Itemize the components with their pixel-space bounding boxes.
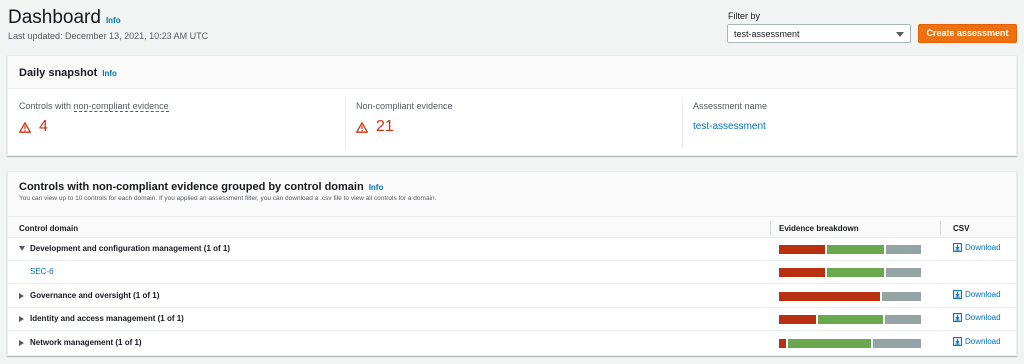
domain-row: Network management (1 of 1) Download — [8, 332, 1016, 355]
download-csv-link[interactable]: Download — [953, 243, 1001, 252]
domain-row: Development and configuration management… — [8, 238, 1016, 261]
evidence-breakdown-bar — [779, 339, 921, 348]
download-icon — [953, 243, 962, 252]
metric-divider — [682, 98, 683, 148]
bar-segment-noncompliant — [779, 245, 825, 254]
column-divider — [940, 221, 941, 235]
control-domain-card: Controls with non-compliant evidence gro… — [7, 171, 1017, 356]
warning-icon — [356, 121, 368, 133]
evidence-breakdown-bar — [779, 268, 921, 277]
evidence-breakdown-bar — [779, 315, 921, 324]
domain-row: Governance and oversight (1 of 1) Downloa… — [8, 285, 1016, 308]
bar-segment-compliant — [818, 315, 883, 324]
caret-down-icon — [896, 32, 904, 37]
download-label: Download — [965, 313, 1001, 322]
last-updated-text: Last updated: December 13, 2021, 10:23 A… — [8, 31, 209, 41]
snapshot-header: Daily snapshot Info — [8, 56, 1016, 89]
bar-segment-inconclusive — [882, 292, 921, 301]
metric-assessment-name: Assessment name test-assessment — [693, 89, 1003, 157]
column-header-evidence-breakdown[interactable]: Evidence breakdown — [779, 224, 859, 233]
evidence-breakdown-bar — [779, 292, 921, 301]
filter-label: Filter by — [728, 11, 761, 21]
page-title: Dashboard Info — [8, 7, 121, 29]
caret-right-icon — [19, 292, 24, 299]
domain-toggle[interactable]: Development and configuration management… — [19, 244, 230, 253]
control-link[interactable]: SEC-6 — [30, 267, 54, 276]
domain-title-text: Controls with non-compliant evidence gro… — [19, 181, 364, 193]
metric-noncompliant-evidence: Non-compliant evidence 21 — [356, 89, 676, 157]
download-csv-link[interactable]: Download — [953, 337, 1001, 346]
metric-value: 4 — [19, 118, 48, 136]
domain-toggle[interactable]: Network management (1 of 1) — [19, 338, 142, 347]
bar-segment-compliant — [826, 245, 885, 254]
column-header-control-domain[interactable]: Control domain — [19, 224, 78, 233]
bar-segment-compliant — [826, 268, 885, 277]
snapshot-info-link[interactable]: Info — [102, 69, 117, 78]
metric-value: 21 — [356, 118, 394, 136]
create-assessment-button[interactable]: Create assessment — [918, 24, 1017, 43]
filter-selected-value: test-assessment — [734, 29, 800, 39]
bar-segment-compliant — [788, 339, 871, 348]
page-info-link[interactable]: Info — [106, 16, 121, 25]
column-header-csv[interactable]: CSV — [953, 224, 969, 233]
bar-segment-inconclusive — [873, 339, 921, 348]
download-csv-link[interactable]: Download — [953, 290, 1001, 299]
page-title-text: Dashboard — [8, 7, 101, 28]
metric-label: Assessment name — [693, 101, 768, 111]
metric-label: Controls with non-compliant evidence — [19, 101, 169, 112]
assessment-name-link[interactable]: test-assessment — [693, 121, 766, 132]
domain-label: Identity and access management (1 of 1) — [30, 314, 184, 323]
assessment-filter-select[interactable]: test-assessment — [727, 24, 911, 43]
metric-value-number: 21 — [376, 118, 394, 135]
download-csv-link[interactable]: Download — [953, 313, 1001, 322]
domain-label: Network management (1 of 1) — [30, 338, 142, 347]
bar-segment-noncompliant — [779, 339, 786, 348]
snapshot-title: Daily snapshot Info — [19, 67, 117, 79]
bar-segment-noncompliant — [779, 315, 816, 324]
metric-label-prefix: Controls with — [19, 101, 74, 111]
table-header: Control domain Evidence breakdown CSV — [8, 216, 1016, 238]
domain-label: Development and configuration management… — [30, 244, 231, 253]
download-label: Download — [965, 243, 1001, 252]
caret-right-icon — [19, 339, 24, 346]
download-icon — [953, 313, 962, 322]
metric-label-term[interactable]: non-compliant evidence — [73, 101, 169, 112]
daily-snapshot-card: Daily snapshot Info Controls with non-co… — [7, 55, 1017, 156]
caret-right-icon — [19, 315, 24, 322]
domain-header: Controls with non-compliant evidence gro… — [8, 172, 1016, 216]
bar-segment-inconclusive — [886, 268, 921, 277]
domain-description: You can view up to 10 controls for each … — [19, 195, 437, 202]
warning-icon — [19, 121, 31, 133]
domain-row: Identity and access management (1 of 1) D… — [8, 308, 1016, 331]
metric-label: Non-compliant evidence — [356, 101, 453, 111]
snapshot-title-text: Daily snapshot — [19, 67, 98, 79]
download-icon — [953, 290, 962, 299]
domain-label: Governance and oversight (1 of 1) — [30, 291, 160, 300]
bar-segment-noncompliant — [779, 268, 825, 277]
evidence-breakdown-bar — [779, 245, 921, 254]
download-label: Download — [965, 337, 1001, 346]
download-icon — [953, 337, 962, 346]
domain-title: Controls with non-compliant evidence gro… — [19, 181, 383, 193]
control-row: SEC-6 — [8, 261, 1016, 284]
download-label: Download — [965, 290, 1001, 299]
metric-value-number: 4 — [39, 118, 48, 135]
bar-segment-inconclusive — [885, 315, 921, 324]
bar-segment-inconclusive — [886, 245, 921, 254]
domain-toggle[interactable]: Identity and access management (1 of 1) — [19, 314, 184, 323]
metric-divider — [345, 98, 346, 148]
caret-down-icon — [19, 246, 25, 251]
metric-controls-noncompliant: Controls with non-compliant evidence 4 — [19, 89, 339, 157]
bar-segment-noncompliant — [779, 292, 880, 301]
domain-toggle[interactable]: Governance and oversight (1 of 1) — [19, 291, 159, 300]
column-divider — [770, 221, 771, 235]
domain-info-link[interactable]: Info — [369, 183, 384, 192]
